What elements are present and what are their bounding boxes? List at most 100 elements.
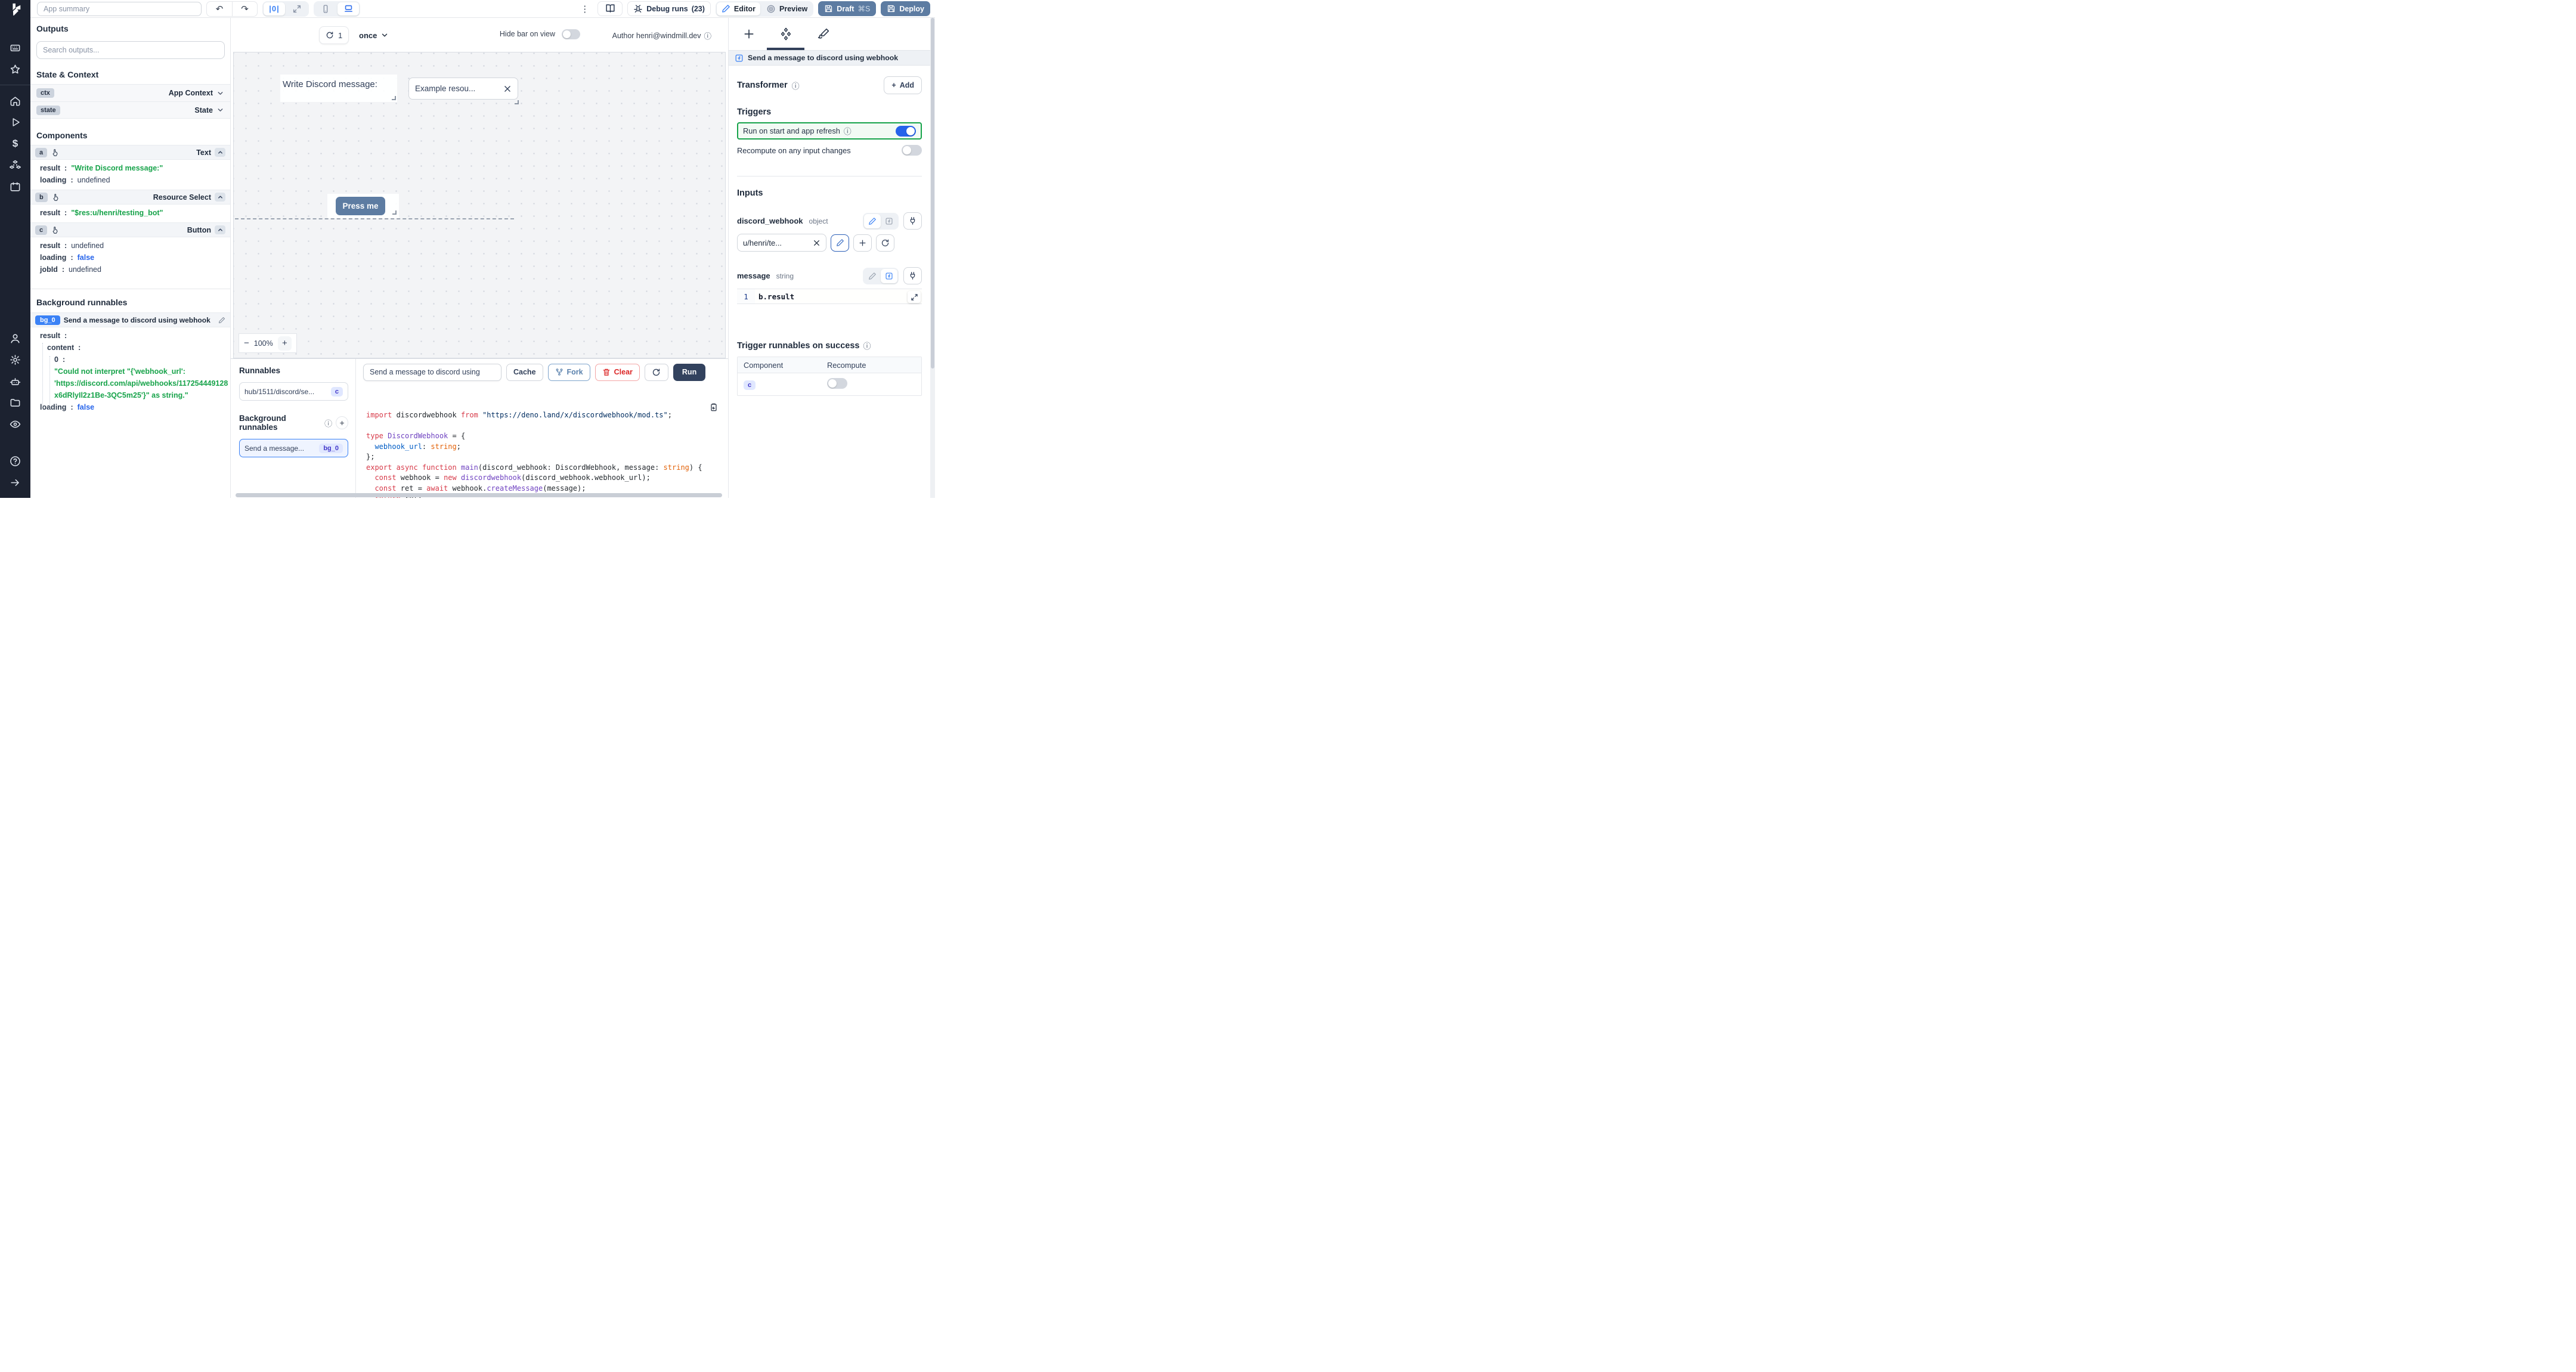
run-button[interactable]: Run — [673, 363, 706, 381]
function-icon — [886, 272, 893, 280]
state-row[interactable]: state State — [30, 101, 230, 119]
run-on-start-toggle[interactable] — [896, 125, 916, 137]
undo-button[interactable]: ↶ — [207, 2, 232, 16]
refresh-interval-dropdown[interactable]: once — [359, 26, 389, 44]
add-resource-button[interactable] — [853, 234, 872, 252]
connect-plug-button[interactable] — [903, 212, 922, 230]
mobile-icon — [323, 4, 328, 13]
horizontal-scrollbar[interactable] — [236, 493, 722, 497]
collapse-button[interactable] — [215, 193, 225, 202]
outputs-panel: Outputs State & Context ctx App Context … — [30, 18, 231, 498]
mobile-view-button[interactable] — [315, 2, 336, 16]
clear-button[interactable]: Clear — [595, 363, 640, 381]
tab-preview[interactable]: Preview — [761, 2, 812, 16]
component-a-header[interactable]: a Text — [30, 145, 230, 160]
kv-row: content: — [47, 343, 81, 352]
resize-handle[interactable] — [392, 96, 396, 100]
message-expression-editor[interactable]: 1 b.result — [737, 289, 922, 304]
state-context-title: State & Context — [36, 70, 99, 79]
redo-button[interactable]: ↷ — [232, 1, 257, 16]
cache-button[interactable]: Cache — [506, 363, 543, 381]
zoom-out-button[interactable]: − — [244, 338, 249, 348]
apps-icon[interactable] — [0, 37, 30, 58]
resize-handle[interactable] — [392, 210, 397, 215]
debug-runs-button[interactable]: Debug runs (23) — [627, 1, 711, 16]
copy-code-icon[interactable] — [657, 392, 719, 426]
desktop-view-button[interactable] — [338, 2, 359, 16]
edit-pencil-icon[interactable] — [218, 317, 225, 324]
draft-button[interactable]: Draft ⌘S — [818, 1, 877, 16]
audit-eye-icon[interactable] — [0, 413, 30, 435]
expand-sidebar-icon[interactable] — [0, 472, 30, 493]
help-icon[interactable] — [0, 450, 30, 472]
clear-resource-icon[interactable] — [813, 239, 821, 247]
static-mode-button[interactable] — [864, 269, 881, 283]
folders-icon[interactable] — [0, 392, 30, 413]
add-transformer-button[interactable]: + Add — [884, 76, 922, 94]
hide-bar-toggle[interactable] — [562, 29, 580, 39]
runnable-item-selected[interactable]: Send a message... bg_0 — [239, 439, 348, 457]
tab-editor[interactable]: Editor — [716, 2, 761, 16]
app-summary-input[interactable] — [37, 1, 202, 16]
tab-styling[interactable] — [816, 26, 831, 42]
resource-picker[interactable]: u/henri/te... — [737, 234, 826, 252]
center-layout-icon: |0| — [269, 4, 280, 13]
eval-mode-button[interactable] — [881, 268, 897, 283]
workers-robot-icon[interactable] — [0, 370, 30, 392]
collapse-button[interactable] — [215, 225, 225, 234]
recompute-toggle[interactable] — [902, 145, 922, 156]
connect-plug-button[interactable] — [903, 267, 922, 284]
home-icon[interactable] — [0, 90, 30, 112]
expand-editor-icon[interactable] — [908, 291, 921, 303]
fork-button[interactable]: Fork — [547, 363, 590, 381]
refresh-resource-button[interactable] — [876, 234, 894, 252]
transformer-label: Transformer — [737, 80, 788, 90]
center-layout-button[interactable]: |0| — [264, 2, 285, 16]
script-name-input[interactable] — [363, 363, 501, 381]
canvas-resource-select[interactable]: Example resou... — [408, 78, 519, 104]
more-menu-button[interactable]: ⋮ — [577, 4, 593, 14]
runs-icon[interactable] — [0, 112, 30, 133]
deploy-button[interactable]: Deploy — [881, 1, 930, 16]
component-b-header[interactable]: b Resource Select — [30, 190, 230, 205]
search-outputs-input[interactable] — [36, 41, 225, 59]
bg0-header[interactable]: bg_0 Send a message to discord using web… — [30, 312, 230, 327]
component-c-header[interactable]: c Button — [30, 222, 230, 237]
runnable-item[interactable]: hub/1511/discord/se... c — [239, 382, 348, 401]
eval-mode-button[interactable] — [881, 214, 897, 228]
code-area[interactable]: import discordwebhook from "https://deno… — [356, 385, 728, 498]
canvas-text-component[interactable]: Write Discord message: — [280, 75, 397, 102]
schedules-icon[interactable] — [0, 176, 30, 197]
ctx-badge: ctx — [36, 88, 54, 98]
docs-button[interactable] — [597, 1, 623, 16]
collapse-button[interactable] — [215, 148, 225, 157]
tab-insert-component[interactable] — [741, 26, 757, 42]
ctx-row[interactable]: ctx App Context — [30, 84, 230, 101]
user-icon[interactable] — [0, 327, 30, 349]
variables-icon[interactable]: $ — [0, 133, 30, 154]
fullscreen-button[interactable] — [286, 2, 308, 16]
recompute-c-toggle[interactable] — [827, 378, 847, 389]
canvas-zoom-control: − 100% + — [239, 333, 297, 353]
window-scrollbar[interactable] — [930, 18, 935, 498]
clear-selection-icon[interactable] — [503, 85, 512, 93]
zoom-in-button[interactable]: + — [277, 336, 292, 351]
app-canvas[interactable]: Write Discord message: Example resou... … — [233, 52, 726, 358]
favorites-star-icon[interactable] — [0, 58, 30, 80]
trigger-runnables-table: Component Recompute c — [737, 357, 922, 396]
edit-resource-button[interactable] — [831, 234, 849, 252]
static-mode-button[interactable] — [864, 213, 881, 228]
add-background-runnable-button[interactable]: + — [336, 416, 348, 429]
resources-icon[interactable] — [0, 154, 30, 176]
refresh-icon — [881, 239, 889, 246]
settings-gear-icon[interactable] — [0, 349, 30, 370]
scrollbar-thumb[interactable] — [931, 18, 934, 368]
canvas-press-me-button[interactable]: Press me — [336, 197, 385, 215]
hand-pointer-icon — [51, 193, 60, 202]
reload-script-button[interactable] — [644, 363, 668, 381]
component-c-badge: c — [744, 380, 756, 390]
refresh-count-button[interactable]: 1 — [319, 26, 349, 44]
canvas-button-cell[interactable]: Press me — [327, 194, 399, 218]
resize-handle[interactable] — [515, 100, 519, 104]
tab-component-settings[interactable] — [778, 26, 794, 42]
